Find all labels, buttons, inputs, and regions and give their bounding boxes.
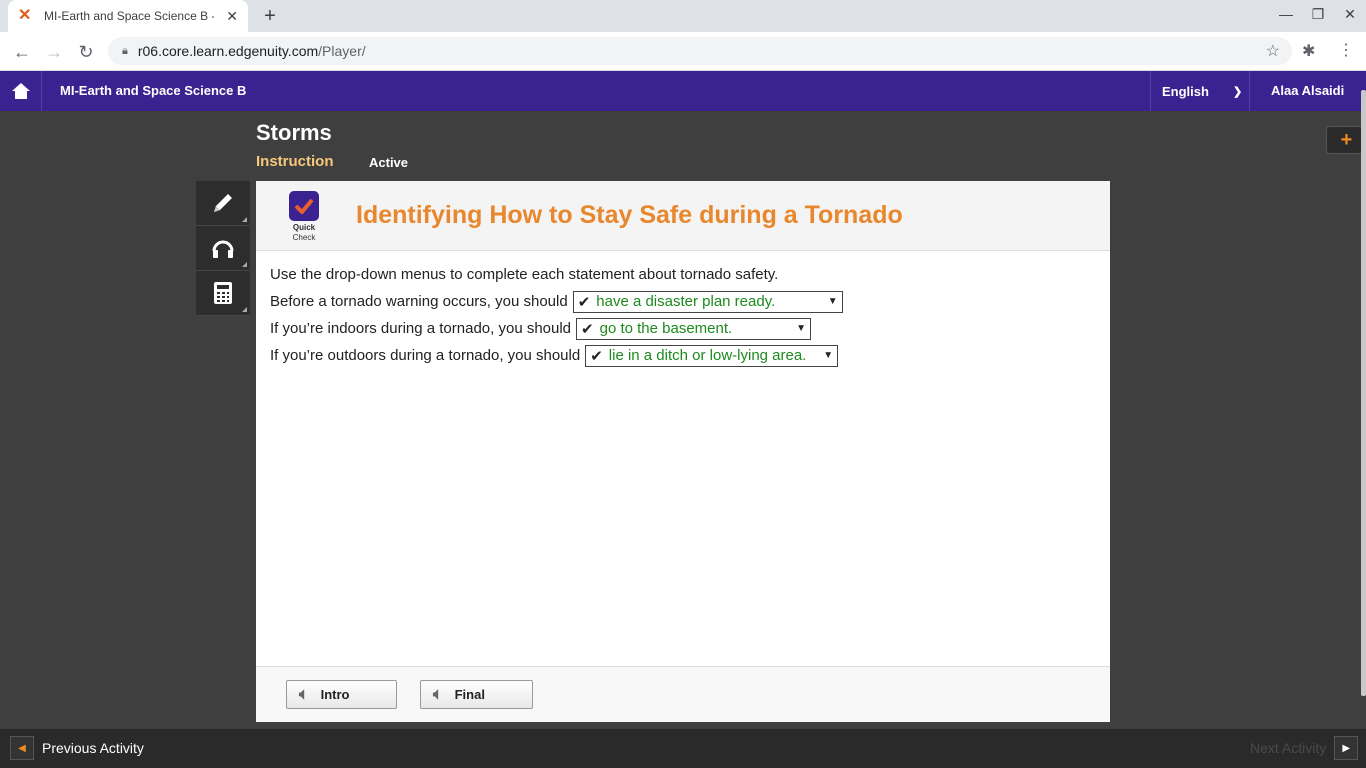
- checkmark-icon: [294, 198, 314, 214]
- audio-tool-button[interactable]: [196, 226, 250, 271]
- next-activity-label: Next Activity: [1250, 740, 1327, 756]
- previous-activity-label: Previous Activity: [42, 740, 144, 756]
- next-activity-button[interactable]: Next Activity ▶: [1250, 736, 1359, 760]
- statement-prompt: If you’re indoors during a tornado, you …: [270, 320, 572, 337]
- activity-content: Use the drop-down menus to complete each…: [270, 261, 843, 369]
- browser-menu-icon[interactable]: ⋮: [1338, 40, 1354, 60]
- close-window-icon[interactable]: ✕: [1340, 6, 1360, 23]
- course-title: MI-Earth and Space Science B: [60, 83, 247, 98]
- extensions-puzzle-icon[interactable]: ✱: [1302, 41, 1315, 61]
- activity-panel: Quick Check Identifying How to Stay Safe…: [256, 181, 1110, 722]
- browser-toolbar: ← → ↻ 🔒︎ r06.core.learn.edgenuity.com/Pl…: [0, 32, 1366, 71]
- lesson-title: Storms: [256, 120, 332, 145]
- headphones-icon: [212, 240, 234, 258]
- instructions: Use the drop-down menus to complete each…: [270, 266, 779, 283]
- language-label: English: [1162, 83, 1209, 99]
- answer-dropdown-1[interactable]: ✔ have a disaster plan ready. ▼: [572, 290, 843, 313]
- new-tab-icon[interactable]: +: [258, 4, 282, 28]
- selected-answer: have a disaster plan ready.: [596, 293, 776, 310]
- activity-header: Quick Check Identifying How to Stay Safe…: [256, 181, 1110, 251]
- chevron-down-icon: ▼: [823, 350, 834, 361]
- statement-row: If you’re outdoors during a tornado, you…: [270, 342, 843, 369]
- bookmark-star-icon[interactable]: ☆: [1266, 41, 1280, 61]
- final-audio-button[interactable]: 🔈︎ Final: [420, 680, 533, 709]
- lesson-status: Active: [369, 155, 409, 170]
- close-tab-icon[interactable]: ✕: [226, 8, 238, 25]
- selected-answer: lie in a ditch or low-lying area.: [608, 347, 807, 364]
- correct-check-icon: ✔: [590, 347, 603, 365]
- answer-dropdown-2[interactable]: ✔ go to the basement. ▼: [576, 317, 812, 340]
- quick-check-badge: [289, 191, 319, 221]
- edgenuity-favicon-icon: ✕: [18, 7, 32, 24]
- user-menu[interactable]: Alaa Alsaidi: [1271, 83, 1344, 98]
- language-dropdown[interactable]: English ❯: [1150, 71, 1250, 111]
- speaker-icon: 🔈︎: [433, 685, 443, 703]
- address-bar[interactable]: 🔒︎ r06.core.learn.edgenuity.com/Player/ …: [108, 37, 1292, 65]
- intro-audio-button[interactable]: 🔈︎ Intro: [286, 680, 397, 709]
- final-label: Final: [454, 687, 485, 702]
- statement-row: Before a tornado warning occurs, you sho…: [270, 288, 843, 315]
- browser-tab-strip: ✕ MI-Earth and Space Science B - Edgenui…: [0, 0, 1366, 32]
- statement-row: If you’re indoors during a tornado, you …: [270, 315, 843, 342]
- home-button[interactable]: [0, 71, 42, 111]
- minimize-icon[interactable]: —: [1276, 6, 1296, 22]
- correct-check-icon: ✔: [577, 293, 591, 311]
- browser-tab[interactable]: ✕ MI-Earth and Space Science B - Edgenui…: [8, 0, 248, 32]
- activity-navigation-bar: ◀ Previous Activity Next Activity ▶: [0, 729, 1366, 768]
- correct-check-icon: ✔: [581, 320, 594, 338]
- page-scrollbar[interactable]: [1361, 90, 1366, 696]
- statement-prompt: Before a tornado warning occurs, you sho…: [270, 293, 568, 310]
- previous-activity-button[interactable]: ◀ Previous Activity: [10, 736, 144, 760]
- restore-icon[interactable]: ❐: [1308, 6, 1328, 23]
- tab-title: MI-Earth and Space Science B - Edgenuity: [44, 9, 214, 23]
- reload-icon[interactable]: ↻: [74, 40, 98, 64]
- statement-prompt: If you’re outdoors during a tornado, you…: [270, 347, 581, 364]
- intro-label: Intro: [320, 687, 350, 702]
- url-host: r06.core.learn.edgenuity.com: [137, 43, 319, 59]
- url-path: /Player/: [318, 43, 366, 59]
- answer-dropdown-3[interactable]: ✔ lie in a ditch or low-lying area. ▼: [585, 344, 839, 367]
- home-icon: [11, 83, 30, 99]
- tools-sidebar: [196, 181, 250, 316]
- tab-instruction[interactable]: Instruction: [256, 153, 334, 170]
- lock-icon: 🔒︎: [122, 44, 128, 57]
- expand-plus-button[interactable]: +: [1326, 126, 1366, 154]
- back-icon[interactable]: ←: [10, 40, 34, 64]
- activity-title: Identifying How to Stay Safe during a To…: [356, 201, 903, 229]
- pencil-tool-button[interactable]: [196, 181, 250, 226]
- quick-check-label: Quick: [292, 223, 316, 232]
- calculator-tool-button[interactable]: [196, 271, 250, 316]
- chevron-down-icon: ▼: [796, 323, 807, 334]
- app-header: MI-Earth and Space Science B English ❯ A…: [0, 71, 1366, 111]
- pencil-icon: [214, 194, 232, 212]
- arrow-left-icon: ◀: [10, 736, 34, 760]
- calculator-icon: [214, 282, 232, 304]
- speaker-icon: 🔈︎: [299, 685, 309, 703]
- selected-answer: go to the basement.: [599, 320, 733, 337]
- chevron-down-icon: ▼: [827, 296, 838, 307]
- activity-footer: 🔈︎ Intro 🔈︎ Final: [256, 666, 1110, 722]
- quick-check-label-2: Check: [292, 233, 316, 242]
- arrow-right-icon: ▶: [1334, 736, 1359, 760]
- chevron-down-icon: ❯: [1232, 85, 1243, 98]
- forward-icon[interactable]: →: [42, 40, 66, 64]
